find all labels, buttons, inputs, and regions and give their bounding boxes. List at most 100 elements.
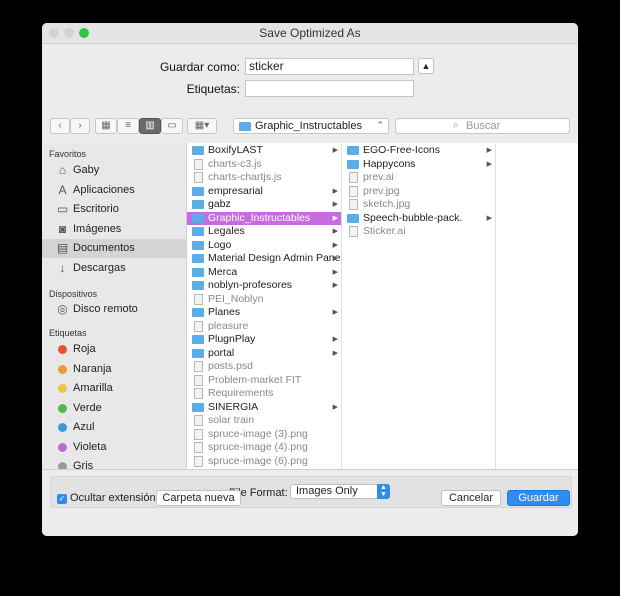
new-folder-button[interactable]: Carpeta nueva <box>156 490 241 506</box>
sidebar-item-im-genes[interactable]: ◙ Imágenes <box>42 220 186 239</box>
forward-button[interactable]: › <box>70 118 90 134</box>
sidebar-item-label: Naranja <box>73 362 112 375</box>
file-row[interactable]: posts.psd <box>187 360 341 374</box>
folder-row[interactable]: Merca ▶ <box>187 266 341 280</box>
folder-row[interactable]: gabz ▶ <box>187 198 341 212</box>
expand-dialog-button[interactable]: ▲ <box>418 58 434 74</box>
folder-row[interactable]: Logo ▶ <box>187 239 341 253</box>
camera-icon: ◙ <box>58 221 67 236</box>
sidebar-item-roja[interactable]: Roja <box>42 340 186 359</box>
chevron-updown-icon: ▲ ▼ <box>377 484 390 499</box>
dialog-footer: File Format: Images Only ▲ ▼ ✓ Ocultar ex… <box>42 469 578 536</box>
item-name: pleasure <box>208 319 249 332</box>
file-row[interactable]: spruce-image (3).png <box>187 428 341 442</box>
file-row[interactable]: prev.ai <box>342 171 495 185</box>
sidebar-item-amarilla[interactable]: Amarilla <box>42 379 186 398</box>
folder-row[interactable]: EGO-Free-Icons ▶ <box>342 144 495 158</box>
tag-color-dot <box>58 364 67 374</box>
save-as-input[interactable]: sticker <box>245 58 414 75</box>
file-row[interactable]: pleasure <box>187 320 341 334</box>
sidebar-item-violeta[interactable]: Violeta <box>42 438 186 457</box>
search-field[interactable]: ⌕ Buscar <box>395 118 570 134</box>
folder-row[interactable]: BoxifyLAST ▶ <box>187 144 341 158</box>
file-row[interactable]: prev.jpg <box>342 185 495 199</box>
coverflow-view-button[interactable]: ▭ <box>161 118 183 134</box>
file-icon <box>194 361 203 372</box>
folder-icon <box>192 146 204 155</box>
item-name: empresarial <box>208 184 263 197</box>
file-row[interactable]: spruce-image (6).png <box>187 455 341 469</box>
sidebar-item-label: Verde <box>73 401 102 414</box>
folder-row[interactable]: empresarial ▶ <box>187 185 341 199</box>
file-row[interactable]: spruce-image (4).png <box>187 441 341 455</box>
file-format-select[interactable]: Images Only ▲ ▼ <box>290 484 390 499</box>
sidebar-item-verde[interactable]: Verde <box>42 399 186 418</box>
cancel-button[interactable]: Cancelar <box>441 490 501 506</box>
column-view-button[interactable]: ▥ <box>139 118 161 134</box>
location-popup[interactable]: Graphic_Instructables ⌃ <box>233 118 389 134</box>
item-name: sketch.jpg <box>363 198 411 210</box>
folder-row[interactable]: PlugnPlay ▶ <box>187 333 341 347</box>
disclosure-arrow-icon: ▶ <box>332 187 338 195</box>
sidebar-item-descargas[interactable]: ↓ Descargas <box>42 259 186 278</box>
sidebar-item-escritorio[interactable]: ▭ Escritorio <box>42 200 186 219</box>
hide-extension-checkbox[interactable]: ✓ <box>57 494 67 504</box>
sidebar-item-disco-remoto[interactable]: ◎ Disco remoto <box>42 300 186 319</box>
folder-row[interactable]: portal ▶ <box>187 347 341 361</box>
sidebar-item-gris[interactable]: Gris <box>42 457 186 469</box>
folder-row[interactable]: Speech-bubble-pack. ▶ <box>342 212 495 226</box>
sidebar-item-label: Azul <box>73 421 95 433</box>
chevron-right-icon: › <box>78 120 82 131</box>
folder-row[interactable]: SINERGIA ▶ <box>187 401 341 415</box>
tag-color-dot <box>58 423 67 432</box>
file-row[interactable]: Requirements <box>187 387 341 401</box>
tags-input[interactable] <box>245 80 414 97</box>
folder-row[interactable]: Graphic_Instructables ▶ <box>187 211 341 225</box>
folder-row[interactable]: Planes ▶ <box>187 306 341 320</box>
file-icon <box>349 172 358 183</box>
applications-icon: A <box>58 182 67 197</box>
sidebar-item-label: Escritorio <box>73 203 119 215</box>
file-row[interactable]: solar train <box>187 414 341 428</box>
item-name: Merca <box>208 265 238 278</box>
arrange-button[interactable]: ▦▾ <box>187 118 217 134</box>
disclosure-arrow-icon: ▶ <box>332 147 338 154</box>
sidebar-item-naranja[interactable]: Naranja <box>42 360 186 379</box>
item-name: gabz <box>208 198 231 210</box>
checkmark-icon: ✓ <box>58 494 66 503</box>
folder-icon <box>192 281 204 290</box>
save-button[interactable]: Guardar <box>507 490 570 506</box>
file-icon <box>194 320 203 332</box>
folder-row[interactable]: Happycons ▶ <box>342 158 495 172</box>
folder-row[interactable]: Legales ▶ <box>187 225 341 239</box>
sidebar: Favoritos ⌂ Gaby A Aplicaciones ▭ Escritorio ◙ I… <box>42 143 187 469</box>
file-row[interactable]: Sticker.ai <box>342 225 495 239</box>
file-row[interactable]: charts-chartjs.js <box>187 171 341 185</box>
folder-icon <box>192 267 204 277</box>
folder-row[interactable]: Material Design Admin Panel ▶ <box>187 252 341 266</box>
disclosure-arrow-icon: ▶ <box>332 403 338 411</box>
disclosure-arrow-icon: ▶ <box>486 160 492 168</box>
item-name: Problem-market FIT <box>208 373 302 386</box>
icon-view-button[interactable]: ▦ <box>95 118 117 134</box>
disclosure-arrow-icon: ▶ <box>486 214 492 222</box>
file-row[interactable]: PEI_Noblyn <box>187 293 341 307</box>
columns-icon: ▥ <box>145 120 155 131</box>
sidebar-item-gaby[interactable]: ⌂ Gaby <box>42 161 186 180</box>
sidebar-item-label: Gaby <box>73 164 100 176</box>
sidebar-item-azul[interactable]: Azul <box>42 418 186 437</box>
list-view-button[interactable]: ≡ <box>117 118 139 134</box>
sidebar-item-documentos[interactable]: ▤ Documentos <box>42 239 186 258</box>
disclosure-arrow-icon: ▶ <box>332 255 338 262</box>
item-name: prev.jpg <box>363 184 400 197</box>
disclosure-arrow-icon: ▶ <box>332 228 338 235</box>
sidebar-item-aplicaciones[interactable]: A Aplicaciones <box>42 181 186 200</box>
file-row[interactable]: Problem-market FIT <box>187 374 341 388</box>
documents-icon: ▤ <box>56 241 69 255</box>
back-button[interactable]: ‹ <box>50 118 70 134</box>
file-row[interactable]: sketch.jpg <box>342 198 495 212</box>
save-dialog-window: Save Optimized As Guardar como: sticker … <box>42 23 578 536</box>
file-row[interactable]: charts-c3.js <box>187 158 341 172</box>
search-placeholder: Buscar <box>466 120 501 132</box>
folder-row[interactable]: noblyn-profesores ▶ <box>187 279 341 293</box>
